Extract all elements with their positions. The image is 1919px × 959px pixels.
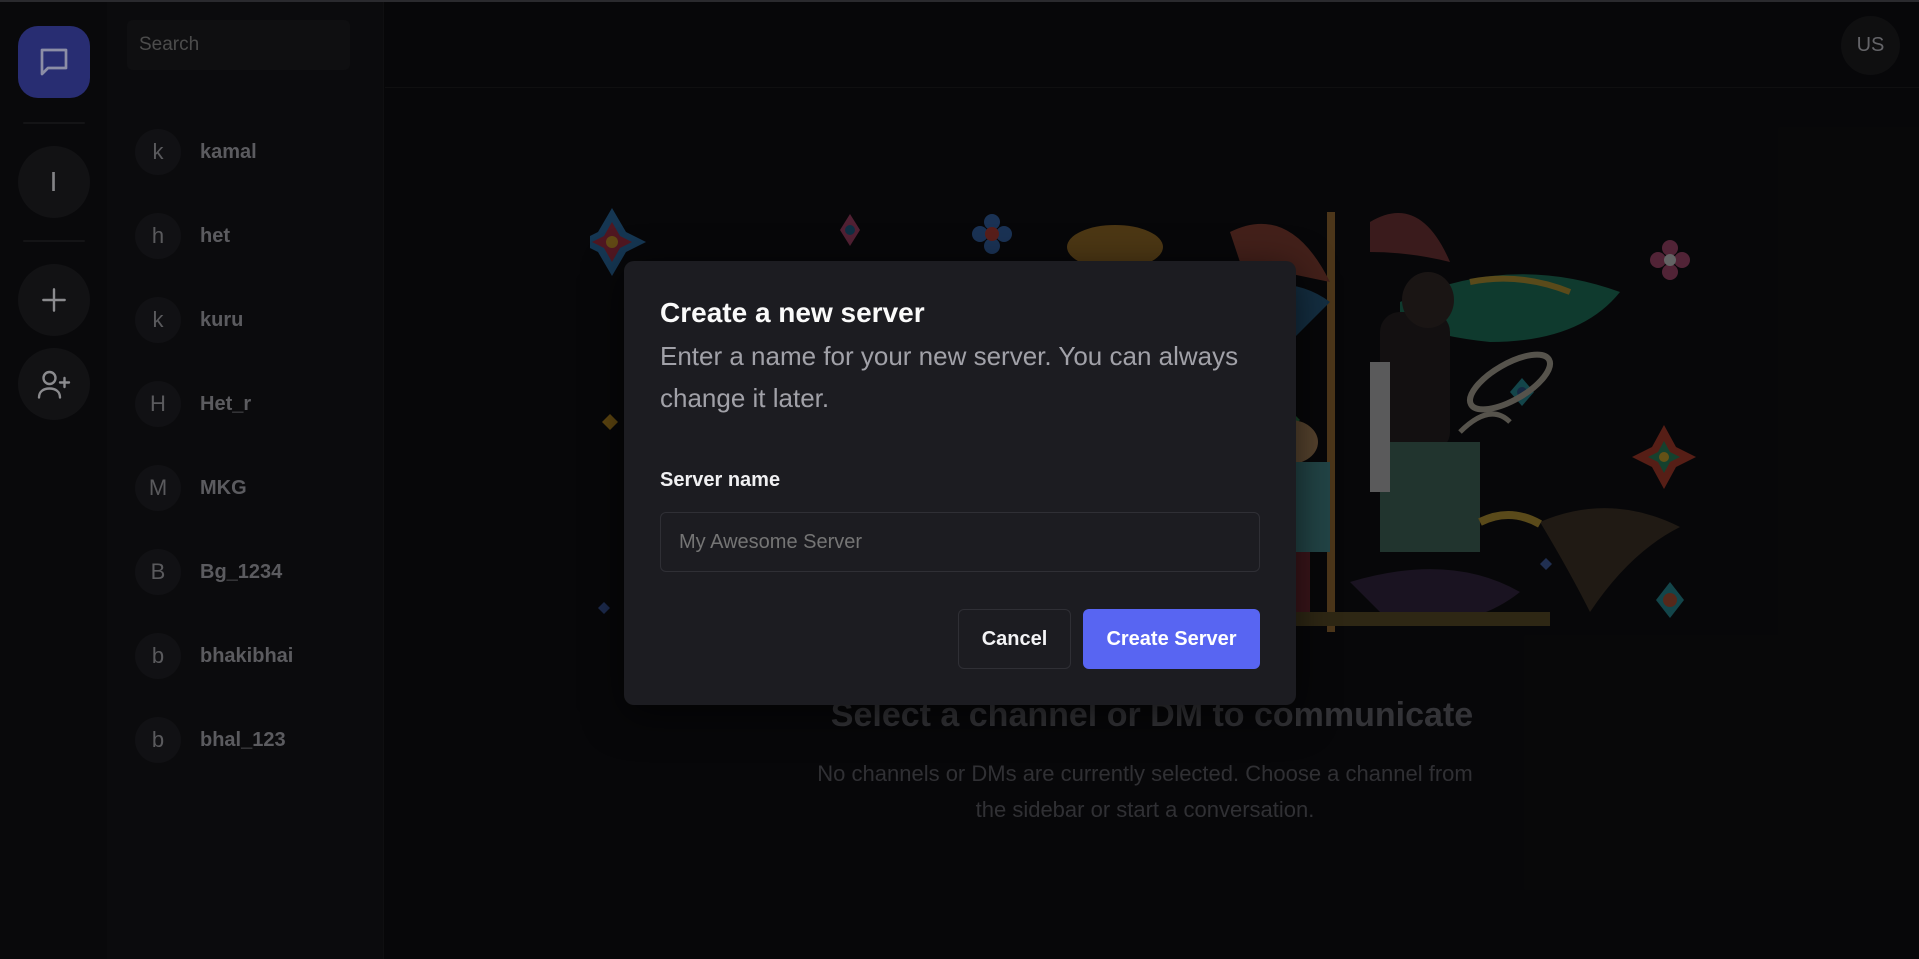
server-name-input[interactable]	[660, 512, 1260, 572]
dialog-actions: Cancel Create Server	[958, 609, 1260, 669]
app-window: I k kamal h het	[0, 0, 1919, 959]
cancel-button[interactable]: Cancel	[958, 609, 1071, 669]
server-name-label: Server name	[660, 469, 781, 491]
create-server-dialog: Create a new server Enter a name for you…	[624, 261, 1296, 705]
dialog-description: Enter a name for your new server. You ca…	[660, 341, 1239, 413]
dialog-title: Create a new server	[660, 297, 925, 328]
create-server-button[interactable]: Create Server	[1083, 609, 1260, 669]
